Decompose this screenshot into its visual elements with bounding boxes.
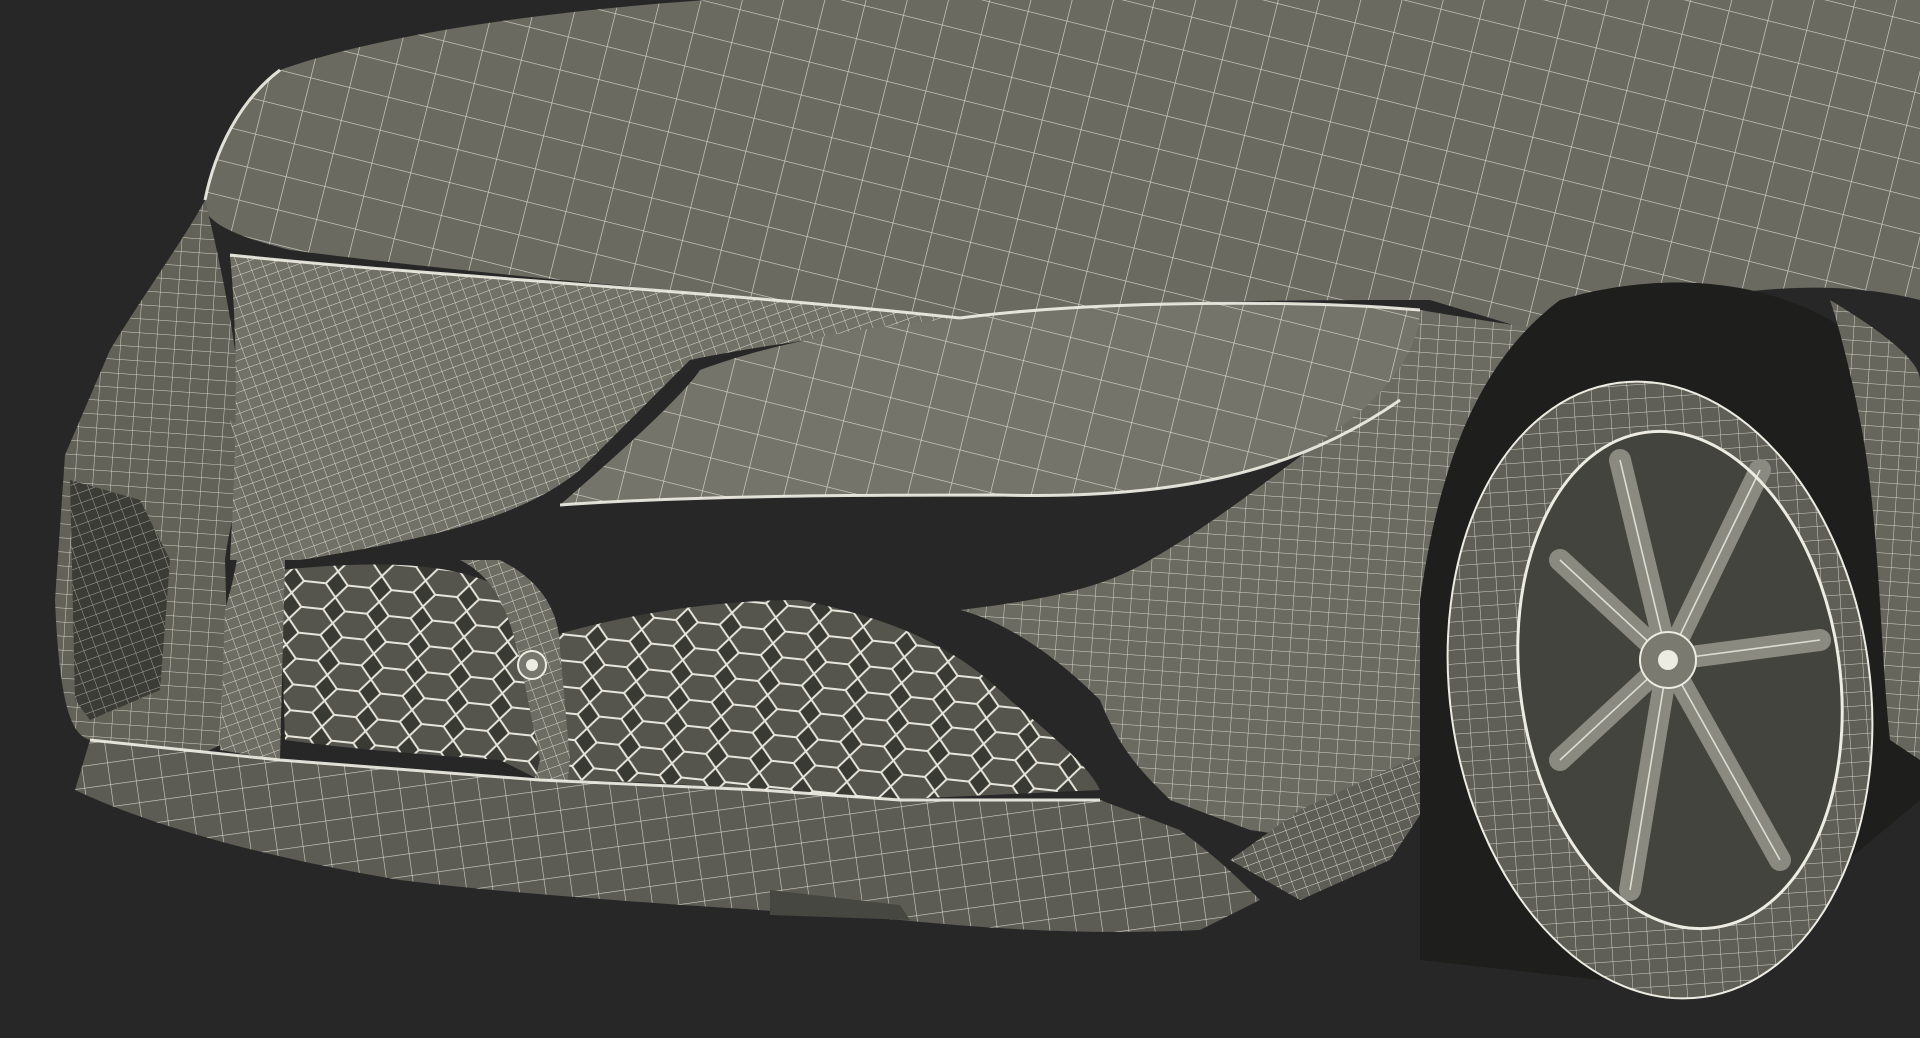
front-right-wheel [1420,282,1920,1000]
render-viewport [0,0,1920,1038]
car-wireframe-render [55,0,1920,1000]
left-bumper-corner [55,200,243,760]
front-grille [280,564,1100,800]
